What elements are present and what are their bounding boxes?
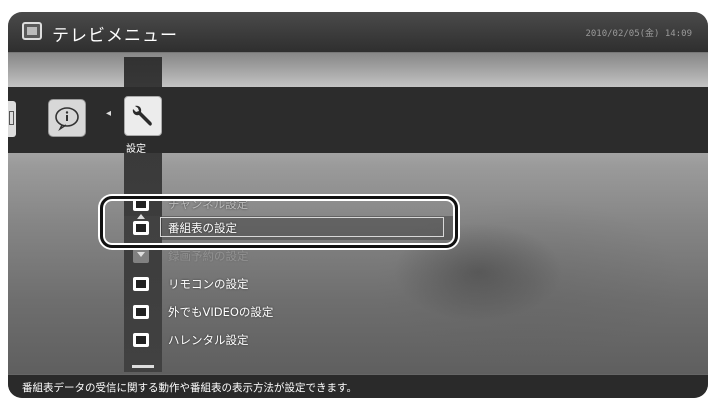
list-item-parental[interactable]: ハレンタル設定 xyxy=(124,328,454,352)
chevron-left-icon: ◂ xyxy=(106,108,112,119)
folder-icon xyxy=(133,277,149,291)
list-item-label: ハレンタル設定 xyxy=(168,333,249,347)
menu-bar xyxy=(8,87,708,153)
folder-icon xyxy=(133,333,149,347)
title-bar: テレビメニュー 2010/02/05(金) 14:09 xyxy=(8,12,708,53)
list-item-label: 外でもVIDEOの設定 xyxy=(168,305,274,319)
list-icon[interactable] xyxy=(8,101,16,137)
status-bar: 番組表データの受信に関する動作や番組表の表示方法が設定できます。 xyxy=(8,374,708,398)
tv-icon xyxy=(22,22,42,40)
info-icon xyxy=(55,107,79,131)
list-item-remote[interactable]: リモコンの設定 xyxy=(124,272,454,296)
settings-button[interactable] xyxy=(124,96,162,136)
status-text: 番組表データの受信に関する動作や番組表の表示方法が設定できます。 xyxy=(22,382,357,394)
list-end-marker xyxy=(132,365,154,368)
datetime: 2010/02/05(金) 14:09 xyxy=(585,29,692,39)
scroll-down-icon[interactable] xyxy=(137,252,145,257)
list-item-label: 録画予約の設定 xyxy=(168,249,249,263)
info-button[interactable] xyxy=(48,99,86,137)
folder-icon xyxy=(133,305,149,319)
background-scene xyxy=(8,52,708,88)
settings-label: 設定 xyxy=(126,144,146,155)
list-item-label: リモコンの設定 xyxy=(168,277,249,291)
list-item-outside-video[interactable]: 外でもVIDEOの設定 xyxy=(124,300,454,324)
page-title: テレビメニュー xyxy=(52,26,178,46)
callout-highlight xyxy=(100,196,458,248)
wrench-icon xyxy=(132,105,152,126)
